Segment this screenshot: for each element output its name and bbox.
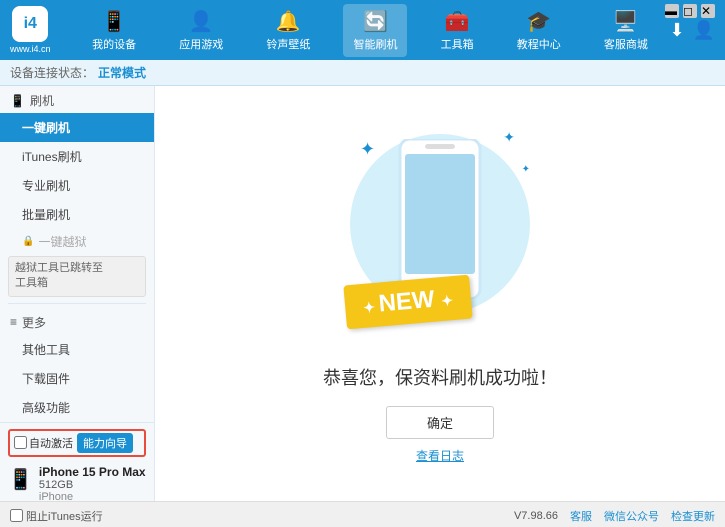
- my-device-icon: 📱: [102, 9, 127, 34]
- status-bar: 设备连接状态： 正常模式: [0, 60, 725, 86]
- nav-smart-flash[interactable]: 🔄 智能刷机: [343, 4, 407, 57]
- bottom-right: V7.98.66 客服 微信公众号 检查更新: [514, 508, 715, 524]
- download-icon[interactable]: ⬇: [669, 20, 684, 41]
- new-badge: NEW: [343, 274, 472, 329]
- service-icon: 🖥️: [613, 9, 638, 34]
- sidebar-item-download-firmware[interactable]: 下载固件: [0, 364, 154, 393]
- device-icon: 📱: [8, 467, 33, 492]
- success-message: 恭喜您，保资料刷机成功啦！: [323, 364, 557, 390]
- sidebar-item-jailbreak: 🔒 一键越狱: [0, 229, 154, 254]
- sidebar-item-itunes-flash[interactable]: iTunes刷机: [0, 142, 154, 171]
- sparkle-3: ✦: [522, 164, 530, 175]
- sidebar: 📱 刷机 一键刷机 iTunes刷机 专业刷机 批量刷机 🔒 一键越狱 越狱工具…: [0, 86, 155, 501]
- maximize-icon[interactable]: ◻: [683, 4, 697, 18]
- device-storage: 512GB: [39, 479, 146, 491]
- device-name: iPhone 15 Pro Max: [39, 465, 146, 479]
- check-update-link[interactable]: 检查更新: [671, 508, 715, 524]
- bottom-left: 阻止iTunes运行: [10, 508, 103, 524]
- sidebar-bottom: 自动激活 能力向导 📱 iPhone 15 Pro Max 512GB iPho…: [0, 422, 154, 501]
- wechat-link[interactable]: 微信公众号: [604, 508, 659, 524]
- nav-toolbox[interactable]: 🧰 工具箱: [431, 4, 484, 57]
- auto-activate-row: 自动激活 能力向导: [8, 429, 146, 457]
- phone-svg: [395, 139, 485, 299]
- lock-icon: 🔒: [22, 236, 34, 247]
- content-area: ✦ ✦ ✦ NEW 恭喜您，保资料刷机成功啦！ 确定: [155, 86, 725, 501]
- main-area: 📱 刷机 一键刷机 iTunes刷机 专业刷机 批量刷机 🔒 一键越狱 越狱工具…: [0, 86, 725, 501]
- close-icon[interactable]: ✕: [701, 4, 715, 18]
- version-label: V7.98.66: [514, 510, 558, 522]
- sidebar-item-one-key-flash[interactable]: 一键刷机: [0, 113, 154, 142]
- device-info: 📱 iPhone 15 Pro Max 512GB iPhone: [8, 461, 146, 501]
- sidebar-note: 越狱工具已跳转至 工具箱: [8, 256, 146, 297]
- more-section-header: ≡ 更多: [0, 308, 154, 335]
- logo-icon: i4: [12, 6, 48, 42]
- device-details: iPhone 15 Pro Max 512GB iPhone: [39, 465, 146, 501]
- sparkle-1: ✦: [360, 139, 375, 160]
- nav-ringtones[interactable]: 🔔 铃声壁纸: [256, 4, 320, 57]
- ringtones-icon: 🔔: [276, 9, 301, 34]
- auto-activate-label[interactable]: 自动激活: [14, 435, 73, 451]
- status-value: 正常模式: [98, 64, 146, 81]
- nav-apps-games[interactable]: 👤 应用游戏: [169, 4, 233, 57]
- guided-tour-button[interactable]: 能力向导: [77, 433, 133, 453]
- app-logo: i4 www.i4.cn: [10, 6, 51, 54]
- nav-tutorials[interactable]: 🎓 教程中心: [507, 4, 571, 57]
- flash-section-header: 📱 刷机: [0, 86, 154, 113]
- toolbox-icon: 🧰: [445, 9, 470, 34]
- sidebar-item-other-tools[interactable]: 其他工具: [0, 335, 154, 364]
- confirm-button[interactable]: 确定: [386, 406, 494, 439]
- nav-my-device[interactable]: 📱 我的设备: [82, 4, 146, 57]
- logo-text: www.i4.cn: [10, 44, 51, 54]
- sparkle-2: ✦: [503, 129, 515, 146]
- sidebar-divider: [8, 303, 146, 304]
- itunes-checkbox[interactable]: [10, 509, 23, 522]
- view-log-link[interactable]: 查看日志: [416, 447, 464, 464]
- flash-section-icon: 📱: [10, 94, 25, 108]
- sidebar-item-advanced[interactable]: 高级功能: [0, 393, 154, 422]
- auto-activate-checkbox[interactable]: [14, 436, 27, 449]
- minimize-icon[interactable]: ▬: [665, 4, 679, 18]
- device-type: iPhone: [39, 491, 146, 501]
- more-section-icon: ≡: [10, 315, 17, 329]
- phone-illustration: ✦ ✦ ✦ NEW: [340, 124, 540, 344]
- sidebar-item-batch-flash[interactable]: 批量刷机: [0, 200, 154, 229]
- nav-items: 📱 我的设备 👤 应用游戏 🔔 铃声壁纸 🔄 智能刷机 🧰 工具箱 🎓: [71, 4, 670, 57]
- window-controls: ▬ ◻ ✕: [665, 4, 715, 18]
- top-right-actions: ⬇ 👤: [669, 20, 715, 41]
- tutorials-icon: 🎓: [526, 9, 551, 34]
- sidebar-item-pro-flash[interactable]: 专业刷机: [0, 171, 154, 200]
- desktop-link[interactable]: 客服: [570, 508, 592, 524]
- nav-service[interactable]: 🖥️ 客服商城: [594, 4, 658, 57]
- smart-flash-icon: 🔄: [363, 9, 388, 34]
- itunes-checkbox-label[interactable]: 阻止iTunes运行: [10, 508, 103, 524]
- bottom-bar: 阻止iTunes运行 V7.98.66 客服 微信公众号 检查更新: [0, 501, 725, 527]
- top-nav-bar: i4 www.i4.cn 📱 我的设备 👤 应用游戏 🔔 铃声壁纸 🔄 智能刷机: [0, 0, 725, 60]
- user-icon[interactable]: 👤: [693, 20, 715, 41]
- apps-games-icon: 👤: [189, 9, 214, 34]
